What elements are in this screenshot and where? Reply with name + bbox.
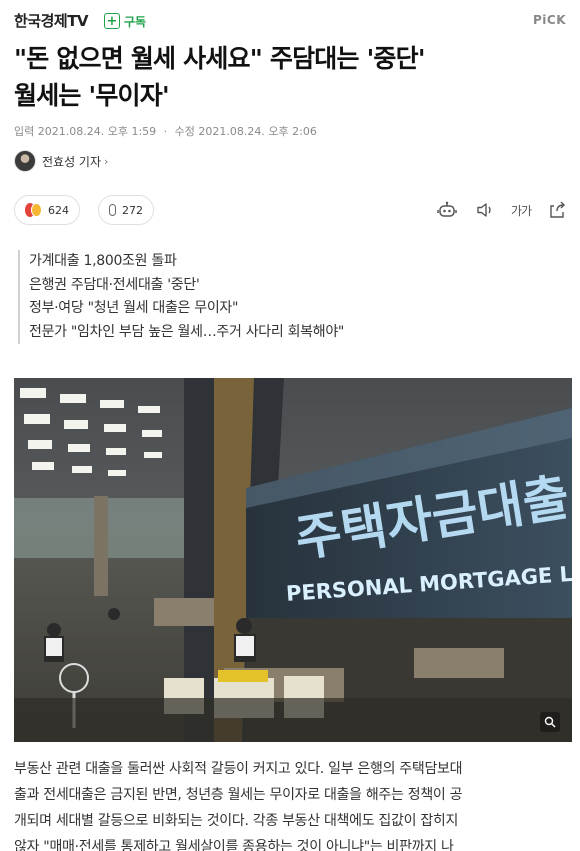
comment-bubble-icon [109,204,116,216]
magnifier-icon [544,716,556,728]
article-summary: 가계대출 1,800조원 돌파 은행권 주담대·전세대출 '중단' 정부·여당 … [18,250,566,344]
published-date: 2021.08.24. 오후 1:59 [37,125,157,138]
summary-line: 전문가 "임차인 부담 높은 월세…주거 사다리 회복해야" [29,323,345,340]
reaction-button[interactable]: 624 [14,195,80,225]
zoom-image-button[interactable] [540,712,560,732]
pick-badge[interactable]: PiCK [533,13,566,27]
reaction-toolbar: 624 272 가가 [14,195,566,225]
date-separator: · [163,125,168,138]
sad-emoji-icon [31,203,42,217]
comment-button[interactable]: 272 [98,195,154,225]
body-text-line: 개되며 세대별 갈등으로 비화되는 것이다. 각종 부동산 대책에도 집값이 잡… [14,813,459,829]
speaker-icon [477,203,491,217]
article-dates: 입력 2021.08.24. 오후 1:59 · 수정 2021.08.24. … [14,123,317,139]
summary-line: 정부·여당 "청년 월세 대출은 무이자" [29,300,239,316]
body-text-line: 출과 전세대출은 금지된 반면, 청년층 월세는 무이자로 대출을 해주는 정책… [14,787,463,803]
article-title: "돈 없으면 월세 사세요" 주담대는 '중단' 월세는 '무이자' [14,40,566,114]
title-line-2: 월세는 '무이자' [14,81,170,110]
author-link[interactable]: 전효성 기자 › [14,149,108,173]
share-button[interactable] [546,199,568,221]
author-avatar [14,150,36,172]
article-body: 부동산 관련 대출을 둘러싼 사회적 갈등이 커지고 있다. 일부 은행의 주택… [14,756,570,851]
summary-line: 은행권 주담대·전세대출 '중단' [29,276,200,293]
font-size-button[interactable]: 가가 [510,199,532,221]
font-size-label: 가가 [510,203,532,218]
modified-label: 수정 [174,125,195,138]
published-label: 입력 [14,125,35,138]
robot-icon [437,201,457,217]
author-name: 전효성 기자 [42,154,102,169]
share-icon [550,201,565,218]
reaction-count: 624 [48,203,69,217]
body-text-line: 않자 "매매·전세를 통제하고 월세살이를 종용하는 것이 아니냐"는 비판까지… [14,839,454,851]
listen-button[interactable] [474,199,496,221]
subscribe-button[interactable]: + 구독 [104,11,146,31]
title-line-1: "돈 없으면 월세 사세요" 주담대는 '중단' [14,44,425,73]
summary-bot-button[interactable] [436,199,458,221]
article-photo[interactable]: 주택자금대출 PERSONAL MORTGAGE LOAN [14,378,572,742]
chevron-right-icon: › [104,154,109,168]
subscribe-label: 구독 [124,14,147,29]
body-text-line: 부동산 관련 대출을 둘러싼 사회적 갈등이 커지고 있다. 일부 은행의 주택… [14,761,463,777]
press-logo[interactable]: 한국경제TV [14,10,89,31]
modified-date: 2021.08.24. 오후 2:06 [198,125,317,138]
summary-line: 가계대출 1,800조원 돌파 [29,253,177,269]
bank-interior-image: 주택자금대출 PERSONAL MORTGAGE LOAN [14,378,572,742]
plus-icon: + [104,13,120,29]
article-header: 한국경제TV + 구독 PiCK [0,0,580,40]
comment-count: 272 [122,203,143,217]
